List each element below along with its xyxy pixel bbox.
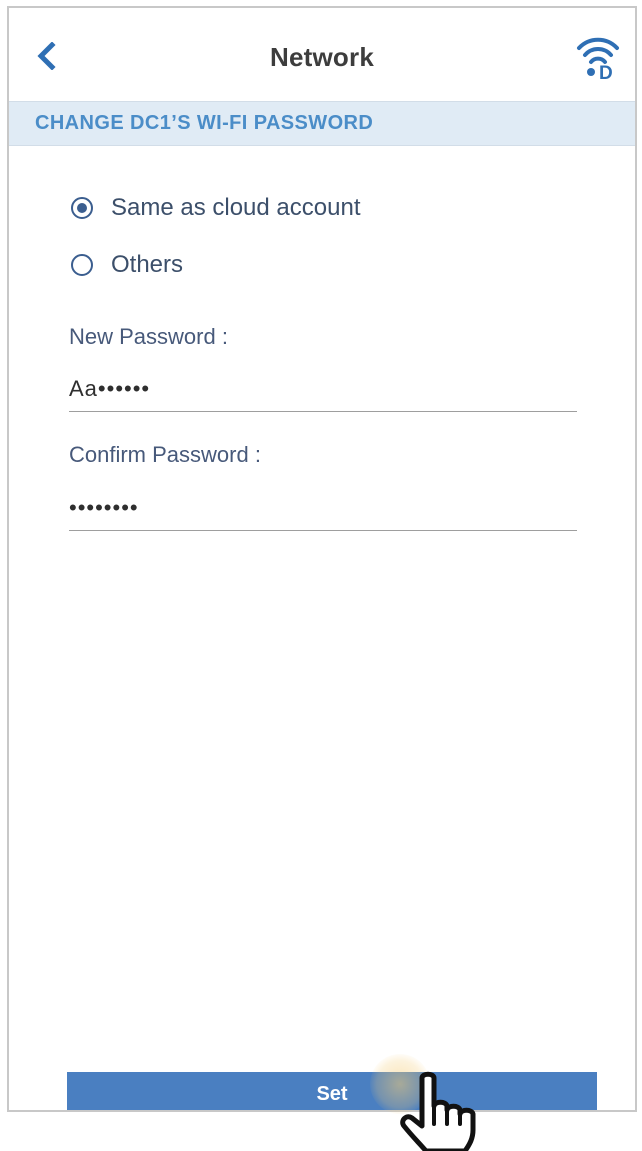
radio-selected-icon <box>71 197 93 219</box>
header-bar: Network D <box>9 8 635 101</box>
radio-label: Same as cloud account <box>111 194 361 221</box>
page-title: Network <box>270 42 374 72</box>
radio-same-as-cloud[interactable]: Same as cloud account <box>71 194 360 222</box>
new-password-field[interactable] <box>69 372 577 412</box>
wifi-status-button[interactable]: D <box>575 28 621 84</box>
set-button-label: Set <box>316 1083 348 1105</box>
section-banner: CHANGE DC1’S WI-FI PASSWORD <box>9 101 635 146</box>
radio-unselected-icon <box>71 254 93 276</box>
section-title: CHANGE DC1’S WI-FI PASSWORD <box>35 112 374 134</box>
radio-label: Others <box>111 251 184 278</box>
confirm-password-field[interactable] <box>69 491 577 531</box>
new-password-label: New Password : <box>69 324 228 349</box>
svg-text:D: D <box>599 63 613 80</box>
wifi-d-icon: D <box>577 37 619 84</box>
confirm-password-label: Confirm Password : <box>69 442 261 467</box>
radio-others[interactable]: Others <box>71 251 183 279</box>
app-screen: Network D CHANGE DC1’S WI-FI PASSWORD Sa… <box>7 6 637 1112</box>
set-button[interactable]: Set <box>67 1072 597 1110</box>
